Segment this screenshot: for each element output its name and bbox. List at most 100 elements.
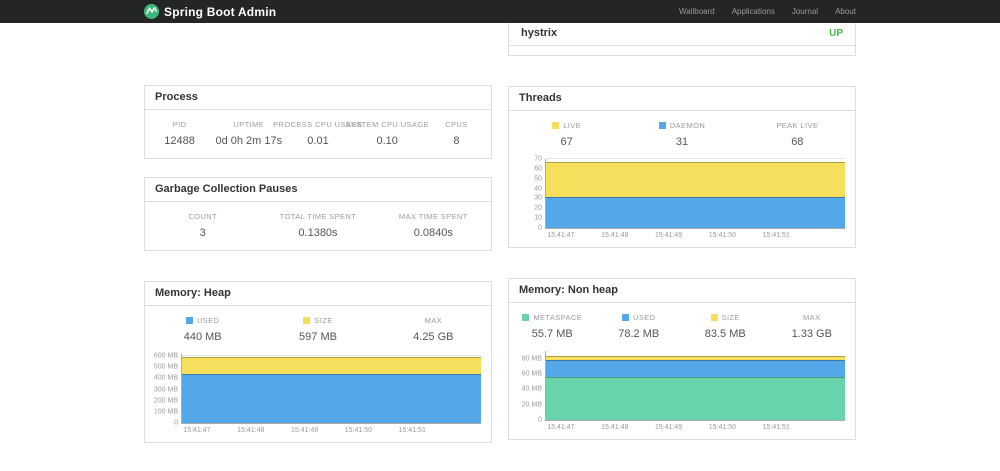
legend-swatch: [552, 122, 560, 129]
legend-value: 68: [791, 136, 804, 148]
stat-label-row: COUNT: [188, 212, 217, 221]
stat-value: 8: [453, 135, 460, 147]
legend-label: DAEMON: [669, 121, 706, 130]
legend-label-row: SIZE: [710, 313, 740, 322]
legend-label: MAX: [803, 313, 821, 322]
stat-value: 12488: [164, 135, 195, 147]
threads-card-title: Threads: [509, 87, 855, 111]
legend-item: USED 440 MB: [145, 316, 260, 343]
stat-label: TOTAL TIME SPENT: [279, 212, 357, 221]
legend-value: 4.25 GB: [413, 331, 454, 343]
stat-label-row: CPUS: [445, 120, 467, 129]
health-item-hystrix[interactable]: hystrix UP: [509, 23, 855, 46]
stat-label: CPUS: [445, 120, 468, 129]
dashboard-content: Process PID 12488 UPTIME 0d 0h 2m 17s PR…: [144, 23, 856, 443]
heap-chart: 0 100 MB 200 MB 300 MB 400 MB 500 MB 600 MB 15:…: [145, 353, 491, 442]
nonheap-chart-plot: 0 20 MB 40 MB 60 MB 80 MB 15:41:47 15:41:48 15:…: [522, 351, 845, 431]
legend-label-row: MAX: [803, 313, 820, 322]
stat-label-row: MAX TIME SPENT: [399, 212, 468, 221]
brand-title: Spring Boot Admin: [164, 4, 277, 19]
legend-swatch: [710, 314, 718, 321]
nonheap-legend: METASPACE 55.7 MB USED 78.2 MB SIZE 83.5…: [509, 303, 855, 351]
left-column: Process PID 12488 UPTIME 0d 0h 2m 17s PR…: [144, 23, 492, 443]
legend-item: MAX 1.33 GB: [769, 313, 856, 340]
stat-label: COUNT: [188, 212, 217, 221]
stat-value: 0.01: [307, 135, 329, 147]
threads-card: Threads LIVE 67 DAEMON 31 PEAK LIVE 68 0…: [508, 86, 856, 248]
threads-legend: LIVE 67 DAEMON 31 PEAK LIVE 68: [509, 111, 855, 159]
legend-label-row: MAX: [425, 316, 442, 325]
legend-item: SIZE 83.5 MB: [682, 313, 769, 340]
legend-value: 31: [675, 136, 689, 148]
legend-swatch: [522, 314, 530, 321]
nav-link[interactable]: About: [835, 7, 856, 16]
legend-value: 67: [560, 136, 573, 148]
threads-chart: 0 10 20 30 40 50 60 70 15:41:47 15:41:48 15:41:49 1…: [509, 156, 855, 247]
legend-item: LIVE 67: [509, 121, 624, 148]
legend-swatch: [303, 317, 311, 324]
stat: PID 12488: [145, 120, 214, 147]
stat-label: SYSTEM CPU USAGE: [345, 120, 429, 129]
legend-label-row: PEAK LIVE: [776, 121, 818, 130]
stat-value: 0.10: [376, 135, 398, 147]
process-card-title: Process: [145, 86, 491, 110]
legend-swatch: [185, 317, 193, 324]
legend-label-row: LIVE: [552, 121, 581, 130]
legend-value: 83.5 MB: [704, 328, 746, 340]
brand-link[interactable]: Spring Boot Admin: [144, 4, 276, 19]
stat-value: 0d 0h 2m 17s: [215, 135, 283, 147]
stat-label: MAX TIME SPENT: [398, 212, 468, 221]
legend-item: MAX 4.25 GB: [376, 316, 491, 343]
stat-label-row: UPTIME: [233, 120, 264, 129]
nav-links: Wallboard Applications Journal About: [679, 7, 856, 16]
nav-link[interactable]: Applications: [732, 7, 775, 16]
stat-label-row: PID: [173, 120, 187, 129]
stat-label-row: TOTAL TIME SPENT: [280, 212, 357, 221]
legend-label: SIZE: [314, 316, 333, 325]
stat-value: 3: [199, 227, 206, 239]
heap-chart-plot: 0 100 MB 200 MB 300 MB 400 MB 500 MB 600 MB 15:…: [154, 353, 481, 434]
right-column: hystrix UP Threads LIVE 67 DAEMON 31 PEA…: [508, 23, 856, 440]
legend-value: 1.33 GB: [791, 328, 832, 340]
legend-swatch: [658, 122, 666, 129]
stat-label: PID: [172, 120, 187, 129]
stat: COUNT 3: [145, 212, 260, 239]
nav-link[interactable]: Wallboard: [679, 7, 715, 16]
stat-label-row: SYSTEM CPU USAGE: [345, 120, 429, 129]
stat: SYSTEM CPU USAGE 0.10: [345, 120, 428, 147]
stat: CPUS 8: [422, 120, 491, 147]
heap-card: Memory: Heap USED 440 MB SIZE 597 MB MAX…: [144, 281, 492, 443]
stat-value: 0.1380s: [298, 227, 338, 239]
gc-card: Garbage Collection Pauses COUNT 3 TOTAL …: [144, 177, 492, 251]
nav-link[interactable]: Journal: [792, 7, 818, 16]
legend-label: METASPACE: [533, 313, 583, 322]
nonheap-chart: 0 20 MB 40 MB 60 MB 80 MB 15:41:47 15:41:48 15:…: [509, 351, 855, 439]
legend-label: LIVE: [563, 121, 582, 130]
legend-item: DAEMON 31: [624, 121, 739, 148]
legend-value: 55.7 MB: [531, 328, 573, 340]
health-status-badge: UP: [829, 27, 843, 39]
legend-label-row: USED: [185, 316, 219, 325]
legend-item: PEAK LIVE 68: [740, 121, 855, 148]
legend-item: USED 78.2 MB: [596, 313, 683, 340]
legend-item: METASPACE 55.7 MB: [509, 313, 596, 340]
legend-label-row: DAEMON: [658, 121, 706, 130]
legend-item: SIZE 597 MB: [260, 316, 375, 343]
navbar-inner: Spring Boot Admin Wallboard Applications…: [144, 0, 856, 23]
legend-label: PEAK LIVE: [776, 121, 819, 130]
gc-card-title: Garbage Collection Pauses: [145, 178, 491, 202]
stat: TOTAL TIME SPENT 0.1380s: [260, 212, 375, 239]
stat: MAX TIME SPENT 0.0840s: [376, 212, 491, 239]
nonheap-card-title: Memory: Non heap: [509, 279, 855, 303]
stat-value: 0.0840s: [413, 227, 453, 239]
spring-boot-admin-logo-icon: [144, 4, 159, 19]
process-card: Process PID 12488 UPTIME 0d 0h 2m 17s PR…: [144, 85, 492, 159]
process-stats: PID 12488 UPTIME 0d 0h 2m 17s PROCESS CP…: [145, 110, 491, 158]
navbar: Spring Boot Admin Wallboard Applications…: [0, 0, 1000, 23]
legend-swatch: [622, 314, 630, 321]
legend-value: 440 MB: [183, 331, 222, 343]
threads-chart-plot: 0 10 20 30 40 50 60 70 15:41:47 15:41:48 15:41:49 1…: [534, 156, 845, 239]
legend-value: 78.2 MB: [618, 328, 660, 340]
health-item-name: hystrix: [521, 27, 558, 39]
stat-label: UPTIME: [233, 120, 265, 129]
